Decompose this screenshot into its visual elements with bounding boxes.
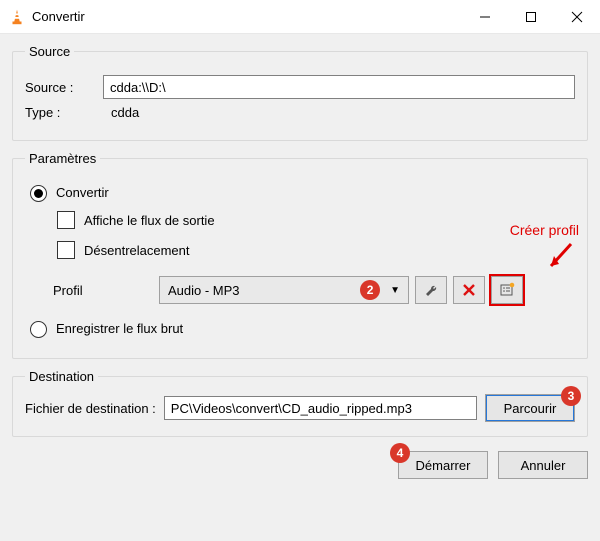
profile-select[interactable]: Audio - MP3 2 ▼ xyxy=(159,276,409,304)
new-profile-icon xyxy=(499,282,515,298)
destination-label: Fichier de destination : xyxy=(25,401,156,416)
maximize-button[interactable] xyxy=(508,0,554,34)
titlebar: Convertir xyxy=(0,0,600,34)
convert-radio-label: Convertir xyxy=(56,185,109,200)
deinterlace-checkbox[interactable] xyxy=(57,241,75,259)
destination-input[interactable] xyxy=(164,396,477,420)
destination-group: Destination Fichier de destination : Par… xyxy=(12,369,588,437)
annotation-badge-2: 2 xyxy=(360,280,380,300)
close-button[interactable] xyxy=(554,0,600,34)
convert-radio[interactable] xyxy=(30,185,47,202)
chevron-down-icon: ▼ xyxy=(390,285,400,296)
show-output-label: Affiche le flux de sortie xyxy=(84,213,215,228)
profile-select-value: Audio - MP3 xyxy=(168,283,240,298)
start-button[interactable]: Démarrer xyxy=(398,451,488,479)
save-raw-radio[interactable] xyxy=(30,321,47,338)
edit-profile-button[interactable] xyxy=(415,276,447,304)
destination-legend: Destination xyxy=(25,369,98,384)
wrench-icon xyxy=(423,282,439,298)
delete-profile-button[interactable] xyxy=(453,276,485,304)
save-raw-label: Enregistrer le flux brut xyxy=(56,321,183,336)
arrow-icon xyxy=(539,240,579,274)
window-buttons xyxy=(462,0,600,34)
type-value: cdda xyxy=(103,105,139,120)
show-output-checkbox[interactable] xyxy=(57,211,75,229)
annotation-create-profile: Créer profil xyxy=(510,222,579,274)
vlc-cone-icon xyxy=(8,8,26,26)
params-legend: Paramètres xyxy=(25,151,100,166)
cancel-button[interactable]: Annuler xyxy=(498,451,588,479)
source-legend: Source xyxy=(25,44,74,59)
minimize-button[interactable] xyxy=(462,0,508,34)
type-label: Type : xyxy=(25,105,95,120)
source-group: Source Source : Type : cdda xyxy=(12,44,588,141)
create-profile-button[interactable] xyxy=(491,276,523,304)
source-input[interactable] xyxy=(103,75,575,99)
source-label: Source : xyxy=(25,80,95,95)
annotation-create-profile-label: Créer profil xyxy=(510,222,579,238)
annotation-badge-4: 4 xyxy=(390,443,410,463)
dialog-footer: Démarrer 4 Annuler xyxy=(12,447,588,479)
profile-label: Profil xyxy=(53,283,153,298)
params-group: Paramètres Convertir Affiche le flux de … xyxy=(12,151,588,359)
annotation-badge-3: 3 xyxy=(561,386,581,406)
deinterlace-label: Désentrelacement xyxy=(84,243,190,258)
window-title: Convertir xyxy=(32,9,462,24)
delete-x-icon xyxy=(462,283,476,297)
